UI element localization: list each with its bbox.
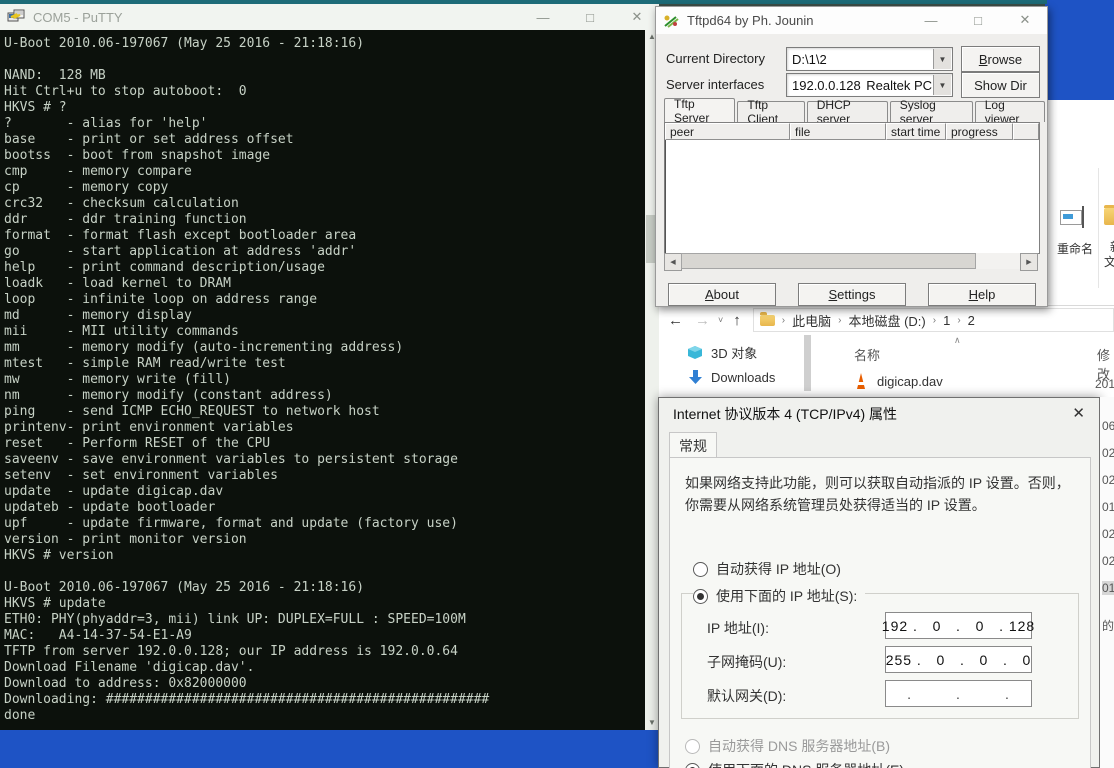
- putty-maximize-button[interactable]: □: [568, 4, 612, 30]
- sidebar-item-downloads[interactable]: Downloads: [688, 370, 775, 385]
- radio-use-ip[interactable]: 使用下面的 IP 地址(S):: [693, 586, 865, 606]
- breadcrumb-folder-2[interactable]: 2: [968, 313, 975, 328]
- cube-icon: [688, 345, 703, 360]
- breadcrumb-this-pc[interactable]: 此电脑: [792, 311, 831, 330]
- column-extra: [1013, 123, 1039, 140]
- server-interfaces-combobox[interactable]: 192.0.0.128 Realtek PC ▼: [786, 73, 953, 97]
- sort-chevron-icon[interactable]: ∧: [954, 335, 961, 346]
- sidebar-item-3d-objects[interactable]: 3D 对象: [688, 343, 757, 362]
- tftpd64-window: Tftpd64 by Ph. Jounin — □ ✕ Current Dire…: [655, 6, 1048, 307]
- terminal-output: U-Boot 2010.06-197067 (May 25 2016 - 21:…: [0, 30, 645, 724]
- radio-use-dns[interactable]: 使用下面的 DNS 服务器地址(E): [685, 760, 904, 768]
- transfer-list-hscrollbar[interactable]: ◀ ▶: [664, 253, 1038, 269]
- putty-close-button[interactable]: ✕: [615, 4, 659, 30]
- breadcrumb-folder-1[interactable]: 1: [943, 313, 950, 328]
- file-date-fragment: 201: [1095, 377, 1114, 391]
- putty-window-title: COM5 - PuTTY: [33, 10, 123, 25]
- column-peer[interactable]: peer: [665, 123, 790, 140]
- current-directory-combobox[interactable]: D:\1\2 ▼: [786, 47, 953, 71]
- new-folder-button[interactable]: 新建 文件夹: [1102, 240, 1114, 270]
- putty-window: COM5 - PuTTY — □ ✕ U-Boot 2010.06-197067…: [0, 0, 659, 730]
- nav-history-chevron-icon[interactable]: ˅: [718, 315, 723, 325]
- column-header-name[interactable]: 名称: [854, 345, 880, 364]
- breadcrumb: › 此电脑 › 本地磁盘 (D:) › 1 › 2: [753, 308, 1114, 332]
- putty-minimize-button[interactable]: —: [521, 4, 565, 30]
- dropdown-arrow-icon[interactable]: ▼: [933, 75, 951, 95]
- scroll-right-icon[interactable]: ▶: [1020, 253, 1038, 271]
- dropdown-arrow-icon[interactable]: ▼: [933, 49, 951, 69]
- putty-icon: [7, 9, 25, 25]
- download-arrow-icon: [688, 370, 703, 385]
- folder-icon: [760, 315, 775, 326]
- show-dir-button[interactable]: Show Dir: [961, 72, 1040, 98]
- tab-syslog-server[interactable]: Syslog server: [890, 101, 973, 122]
- sidebar-scrollbar[interactable]: [804, 335, 811, 391]
- browse-button[interactable]: Browse: [961, 46, 1040, 72]
- tab-tftp-client[interactable]: Tftp Client: [737, 101, 804, 122]
- vlc-cone-icon: [854, 373, 868, 389]
- default-gateway-field[interactable]: . . .: [885, 680, 1032, 707]
- tab-log-viewer[interactable]: Log viewer: [975, 101, 1045, 122]
- rename-icon[interactable]: [1060, 206, 1086, 228]
- tftpd64-close-button[interactable]: ✕: [1003, 7, 1047, 33]
- server-interfaces-label: Server interfaces: [666, 77, 764, 92]
- tftpd64-title-bar[interactable]: Tftpd64 by Ph. Jounin — □ ✕: [656, 7, 1047, 34]
- explorer-date-column-fragments: 06 02 02 01 02 02 01 的: [1100, 397, 1114, 768]
- subnet-mask-label: 子网掩码(U):: [707, 652, 786, 672]
- tftpd64-maximize-button[interactable]: □: [956, 7, 1000, 33]
- tftpd64-minimize-button[interactable]: —: [909, 7, 953, 33]
- tftpd64-window-title: Tftpd64 by Ph. Jounin: [687, 13, 813, 28]
- radio-auto-dns[interactable]: 自动获得 DNS 服务器地址(B): [685, 736, 890, 756]
- explorer-address-bar: ← → ˅ ↑ › 此电脑 › 本地磁盘 (D:) › 1 › 2: [658, 305, 1114, 334]
- about-button[interactable]: About: [668, 283, 776, 306]
- radio-selected-icon[interactable]: [685, 763, 700, 768]
- new-folder-icon[interactable]: [1104, 208, 1114, 225]
- nav-up-icon[interactable]: ↑: [733, 312, 741, 329]
- tftpd64-tabs: Tftp Server Tftp Client DHCP server Sysl…: [664, 99, 1047, 122]
- rename-button[interactable]: 重命名: [1049, 240, 1101, 257]
- tab-dhcp-server[interactable]: DHCP server: [807, 101, 888, 122]
- ip-address-label: IP 地址(I):: [707, 618, 769, 638]
- subnet-mask-field[interactable]: 255 . 0 . 0 . 0: [885, 646, 1032, 673]
- radio-selected-icon[interactable]: [693, 589, 708, 604]
- window-top-accent: [0, 0, 1047, 4]
- explorer-ribbon: 重命名 新建 文件夹: [1045, 148, 1114, 295]
- breadcrumb-drive-d[interactable]: 本地磁盘 (D:): [848, 311, 925, 330]
- ipv4-properties-dialog: Internet 协议版本 4 (TCP/IPv4) 属性 ✕ 常规 如果网络支…: [658, 397, 1100, 768]
- file-row-digicap[interactable]: digicap.dav: [854, 373, 943, 389]
- radio-auto-ip[interactable]: 自动获得 IP 地址(O): [693, 559, 841, 579]
- transfer-list[interactable]: peer file start time progress: [664, 122, 1040, 254]
- radio-icon[interactable]: [693, 562, 708, 577]
- dialog-title-bar[interactable]: Internet 协议版本 4 (TCP/IPv4) 属性 ✕: [659, 398, 1099, 430]
- breadcrumb-separator: ›: [782, 315, 785, 326]
- scroll-left-icon[interactable]: ◀: [664, 253, 682, 271]
- dialog-close-icon[interactable]: ✕: [1072, 398, 1085, 430]
- tab-tftp-server[interactable]: Tftp Server: [664, 98, 735, 122]
- nav-back-icon[interactable]: ←: [668, 312, 683, 329]
- column-file[interactable]: file: [790, 123, 886, 140]
- putty-terminal[interactable]: U-Boot 2010.06-197067 (May 25 2016 - 21:…: [0, 30, 645, 730]
- help-button[interactable]: Help: [928, 283, 1036, 306]
- column-start-time[interactable]: start time: [886, 123, 946, 140]
- default-gateway-label: 默认网关(D):: [707, 686, 786, 706]
- tftpd64-icon: [663, 14, 679, 28]
- tab-general[interactable]: 常规: [669, 432, 717, 459]
- explorer-content: 3D 对象 Downloads 视频 ∧ 名称 修改 digicap.dav 2…: [658, 333, 1114, 397]
- dialog-title: Internet 协议版本 4 (TCP/IPv4) 属性: [673, 406, 897, 422]
- scroll-down-icon[interactable]: ▼: [645, 716, 659, 730]
- desktop: md.exe ## oo n+ 重命名 新建 文件夹 ← → ˅ ↑: [0, 0, 1114, 768]
- desktop-background: [1045, 0, 1114, 110]
- radio-disabled-icon[interactable]: [685, 739, 700, 754]
- current-directory-label: Current Directory: [666, 51, 765, 66]
- settings-button[interactable]: Settings: [798, 283, 906, 306]
- column-progress[interactable]: progress: [946, 123, 1013, 140]
- dialog-description: 如果网络支持此功能，则可以获取自动指派的 IP 设置。否则，你需要从网络系统管理…: [685, 472, 1075, 516]
- ip-address-field[interactable]: 192 . 0 . 0 . 128: [885, 612, 1032, 639]
- nav-forward-icon[interactable]: →: [695, 312, 710, 329]
- adapter-name: Realtek PC: [866, 78, 932, 93]
